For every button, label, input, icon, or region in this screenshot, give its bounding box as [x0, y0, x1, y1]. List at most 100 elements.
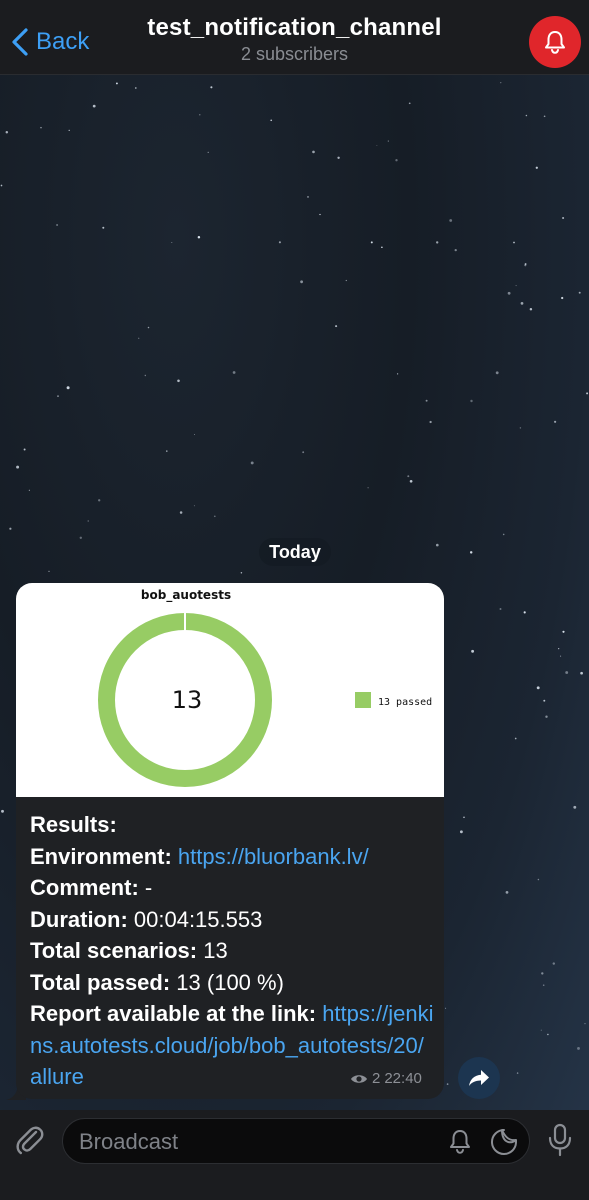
results-line: Results: — [30, 812, 117, 837]
mute-toggle-button[interactable] — [529, 16, 581, 68]
star — [499, 608, 502, 610]
star — [312, 150, 315, 154]
star — [213, 515, 216, 518]
broadcast-input[interactable]: Broadcast — [62, 1118, 530, 1164]
chart-image[interactable]: bob_auotests 13 13 passed — [16, 583, 444, 797]
share-button[interactable] — [458, 1057, 500, 1099]
star — [516, 1072, 519, 1074]
star — [307, 196, 309, 198]
chat-header: Back test_notification_channel 2 subscri… — [0, 0, 589, 75]
share-arrow-icon — [469, 1070, 489, 1086]
paperclip-icon[interactable] — [12, 1122, 48, 1158]
star — [543, 115, 546, 118]
star — [524, 263, 527, 265]
star — [578, 291, 581, 294]
star — [561, 296, 564, 300]
star — [250, 461, 254, 465]
input-placeholder: Broadcast — [79, 1129, 179, 1154]
star — [573, 805, 577, 809]
star — [395, 159, 398, 162]
star — [5, 130, 9, 134]
star — [552, 962, 555, 965]
star — [425, 399, 428, 402]
star — [541, 972, 544, 975]
star — [562, 216, 565, 220]
star — [407, 475, 410, 478]
microphone-icon[interactable] — [544, 1122, 576, 1158]
star — [523, 611, 526, 614]
star — [270, 119, 273, 122]
star — [540, 1029, 542, 1031]
star — [194, 434, 195, 435]
chart-center-label: 13 — [172, 686, 203, 714]
star — [48, 570, 50, 573]
star — [376, 145, 378, 147]
star — [562, 630, 565, 633]
star — [529, 308, 533, 311]
star — [558, 648, 560, 650]
star — [210, 86, 213, 89]
star — [580, 671, 583, 675]
star — [40, 126, 42, 129]
star — [138, 337, 140, 339]
star — [514, 737, 517, 740]
message-text: Results: Environment: https://bluorbank.… — [30, 809, 434, 1093]
star — [98, 499, 101, 502]
environment-link[interactable]: https://bluorbank.lv/ — [178, 844, 369, 869]
star — [535, 166, 538, 169]
star — [0, 184, 3, 187]
chart-legend-label: 13 passed — [378, 697, 432, 708]
date-separator: Today — [259, 538, 331, 566]
star — [199, 114, 201, 116]
star — [23, 448, 26, 451]
sticker-icon[interactable] — [489, 1127, 519, 1157]
star — [147, 326, 150, 329]
star — [554, 420, 557, 423]
star — [520, 302, 524, 305]
star — [79, 536, 82, 539]
star — [87, 520, 89, 522]
star — [171, 241, 173, 244]
back-button[interactable]: Back — [8, 22, 89, 62]
star — [459, 830, 463, 834]
star — [57, 395, 59, 397]
star — [542, 984, 545, 986]
star — [177, 379, 180, 383]
star — [463, 816, 465, 819]
bell-outline-icon[interactable] — [445, 1127, 475, 1157]
star — [500, 82, 502, 84]
star — [429, 420, 432, 424]
message-bubble[interactable]: bob_auotests 13 13 passed Results: Envir… — [16, 583, 444, 1099]
star — [536, 686, 540, 690]
star — [179, 511, 183, 514]
comment-line: Comment: - — [30, 875, 153, 900]
total-scenarios-line: Total scenarios: 13 — [30, 938, 228, 963]
total-passed-line: Total passed: 13 (100 %) — [30, 969, 284, 995]
channel-info[interactable]: test_notification_channel 2 subscribers — [120, 14, 469, 65]
chart-title: bob_auotests — [141, 588, 231, 603]
star — [584, 1023, 586, 1025]
star — [134, 87, 137, 89]
star — [446, 1083, 449, 1085]
star — [495, 371, 499, 375]
star — [370, 241, 373, 244]
star — [470, 399, 473, 403]
star — [319, 213, 321, 216]
bell-icon — [545, 31, 565, 54]
star — [193, 505, 195, 507]
star — [408, 102, 411, 105]
star — [1, 809, 4, 813]
star — [525, 114, 528, 117]
star — [92, 104, 96, 108]
star — [337, 156, 340, 159]
star — [207, 151, 209, 154]
star — [115, 82, 118, 85]
subscriber-count: 2 subscribers — [240, 44, 349, 64]
star — [68, 129, 70, 132]
star — [396, 373, 399, 375]
star — [454, 248, 457, 252]
star — [577, 1046, 580, 1050]
star — [519, 427, 522, 429]
star — [515, 285, 517, 287]
message-time: 22:40 — [384, 1070, 422, 1087]
